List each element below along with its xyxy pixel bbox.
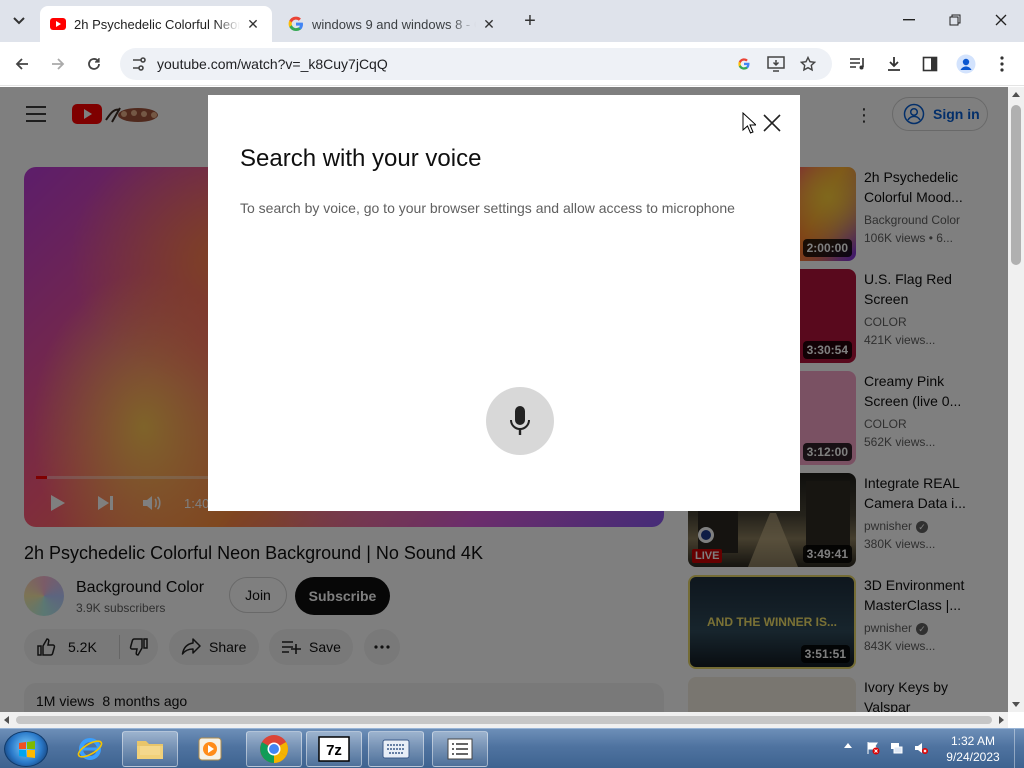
7zip-icon: 7z [318,736,350,762]
windows-taskbar: 7z 1:32 AM 9/24/2023 [0,728,1024,768]
new-tab-button[interactable]: + [518,9,542,33]
google-lens-icon[interactable] [734,54,754,74]
scroll-up-arrow[interactable] [1012,92,1020,97]
minimize-icon [903,19,915,21]
keyboard-icon [382,739,410,759]
close-icon[interactable] [760,111,784,135]
profile-button[interactable] [954,52,978,76]
microphone-button[interactable] [486,387,554,455]
media-queue-icon [850,58,864,70]
scrollbar-thumb[interactable] [1011,105,1021,265]
back-button[interactable] [10,52,34,76]
system-clock[interactable]: 1:32 AM 9/24/2023 [938,733,1008,765]
browser-menu-button[interactable] [990,52,1014,76]
notepad-task[interactable] [432,731,488,767]
restore-button[interactable] [940,8,970,32]
site-info-icon[interactable] [130,55,148,73]
download-icon [888,57,900,71]
browser-tab-strip: 2h Psychedelic Colorful Neon ✕ windows 9… [0,0,1024,42]
scroll-down-arrow[interactable] [1012,702,1020,707]
tab-youtube[interactable]: 2h Psychedelic Colorful Neon ✕ [40,6,272,42]
folder-icon [137,741,163,759]
browser-toolbar: youtube.com/watch?v=_k8Cuy7jCqQ [0,42,1024,86]
close-tab-icon[interactable]: ✕ [480,15,498,33]
chrome-task[interactable] [246,731,302,767]
url-text[interactable]: youtube.com/watch?v=_k8Cuy7jCqQ [157,56,388,72]
install-app-icon[interactable] [766,54,786,74]
side-panel-button[interactable] [918,52,942,76]
close-tab-icon[interactable]: ✕ [244,15,262,33]
keyboard-app-task[interactable] [368,731,424,767]
clock-date: 9/24/2023 [946,750,1000,764]
windows-logo-icon [19,741,35,758]
media-player-task[interactable] [182,731,238,767]
7zip-task[interactable]: 7z [306,731,362,767]
profile-icon [956,54,976,74]
tab-title: 2h Psychedelic Colorful Neon [74,16,240,32]
scroll-left-arrow[interactable] [4,716,9,724]
reload-button[interactable] [82,52,106,76]
bookmark-star-icon[interactable] [798,54,818,74]
forward-button[interactable] [46,52,70,76]
close-window-button[interactable] [986,8,1016,32]
volume-muted-icon[interactable] [914,741,928,755]
chrome-icon [260,735,288,763]
show-hidden-icons-arrow[interactable] [844,743,852,748]
tab-title: windows 9 and windows 8 - Go [312,16,476,32]
start-button[interactable] [4,731,48,767]
restore-icon [949,14,961,26]
svg-text:7z: 7z [326,742,342,759]
address-bar[interactable]: youtube.com/watch?v=_k8Cuy7jCqQ [120,48,832,80]
vertical-scrollbar[interactable] [1008,87,1024,712]
dialog-title: Search with your voice [240,145,482,172]
scrollbar-thumb[interactable] [16,716,992,724]
youtube-favicon-icon [50,18,66,30]
action-center-flag-icon[interactable] [866,741,880,755]
scroll-right-arrow[interactable] [999,716,1004,724]
tab-search-button[interactable] [6,8,32,34]
chevron-down-icon [13,17,25,25]
dialog-message: To search by voice, go to your browser s… [240,200,735,216]
clock-time: 1:32 AM [950,734,996,748]
voice-search-dialog: Search with your voice To search by voic… [208,95,800,511]
internet-explorer-task[interactable] [62,731,118,767]
network-icon[interactable] [890,741,904,755]
arrow-left-icon [15,58,28,70]
mouse-pointer-icon [742,112,756,134]
tab-google[interactable]: windows 9 and windows 8 - Go ✕ [278,6,508,42]
show-desktop-button[interactable] [1014,729,1024,768]
horizontal-scrollbar[interactable] [0,712,1008,728]
list-document-icon [447,738,473,760]
arrow-right-icon [52,58,65,70]
media-controls-button[interactable] [846,52,870,76]
google-favicon-icon [288,16,303,31]
reload-icon [88,58,100,70]
media-center-icon [198,737,222,761]
file-explorer-task[interactable] [122,731,178,767]
side-panel-icon [922,56,938,72]
kebab-menu-icon [1000,56,1004,72]
minimize-button[interactable] [894,8,924,32]
downloads-button[interactable] [882,52,906,76]
internet-explorer-icon [77,738,103,760]
microphone-icon [510,406,530,435]
close-icon [995,14,1007,26]
